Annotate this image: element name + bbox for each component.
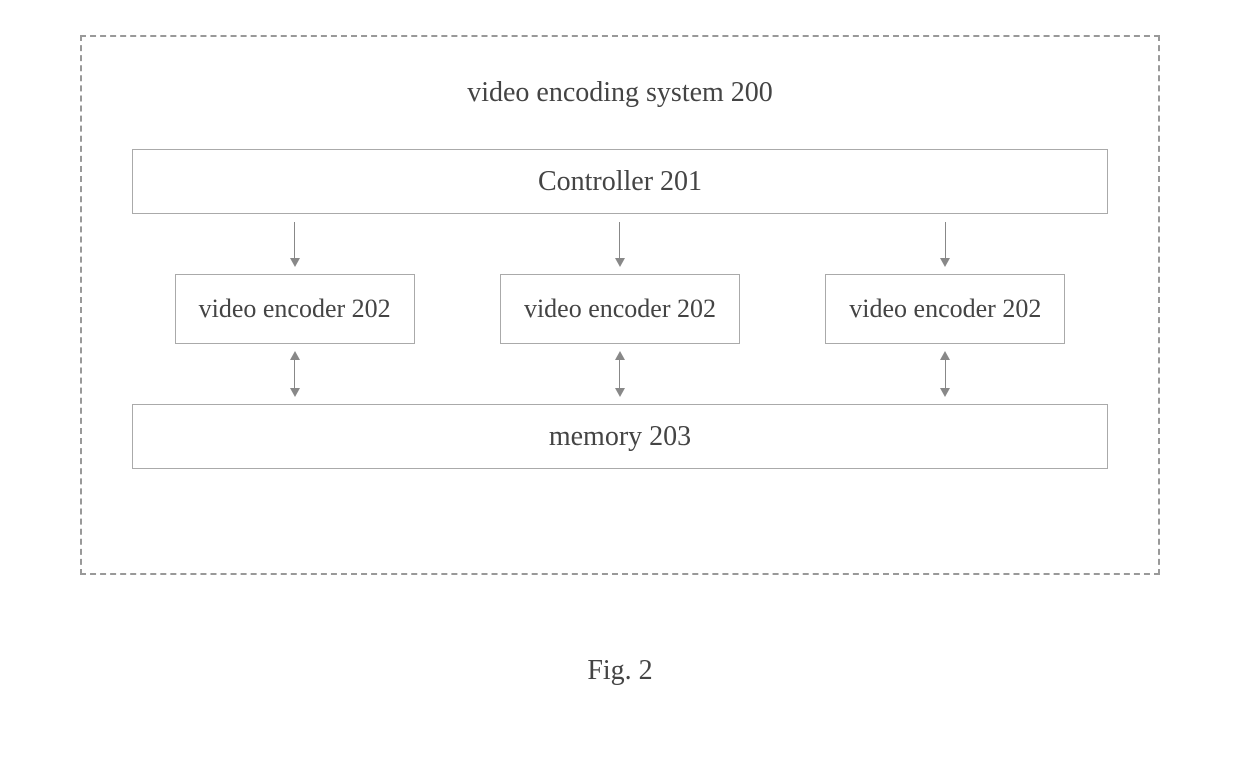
encoder-row: video encoder 202 video encoder 202 vide…	[132, 274, 1108, 344]
system-title: video encoding system 200	[132, 77, 1108, 109]
encoder-box: video encoder 202	[825, 274, 1065, 344]
arrows-encoders-to-memory	[132, 344, 1108, 404]
controller-box: Controller 201	[132, 149, 1108, 214]
arrow-bidirectional-icon	[615, 351, 625, 397]
arrow-bidirectional-icon	[290, 351, 300, 397]
encoder-label: video encoder 202	[849, 294, 1041, 324]
encoder-label: video encoder 202	[199, 294, 391, 324]
arrow-down-icon	[294, 222, 296, 267]
encoder-label: video encoder 202	[524, 294, 716, 324]
arrows-controller-to-encoders	[132, 214, 1108, 274]
controller-label: Controller 201	[538, 166, 702, 198]
system-outer-box: video encoding system 200 Controller 201…	[80, 35, 1160, 575]
memory-box: memory 203	[132, 404, 1108, 469]
arrow-down-icon	[619, 222, 621, 267]
memory-label: memory 203	[549, 421, 691, 453]
figure-caption: Fig. 2	[0, 655, 1240, 687]
arrow-bidirectional-icon	[940, 351, 950, 397]
encoder-box: video encoder 202	[175, 274, 415, 344]
arrow-down-icon	[944, 222, 946, 267]
encoder-box: video encoder 202	[500, 274, 740, 344]
